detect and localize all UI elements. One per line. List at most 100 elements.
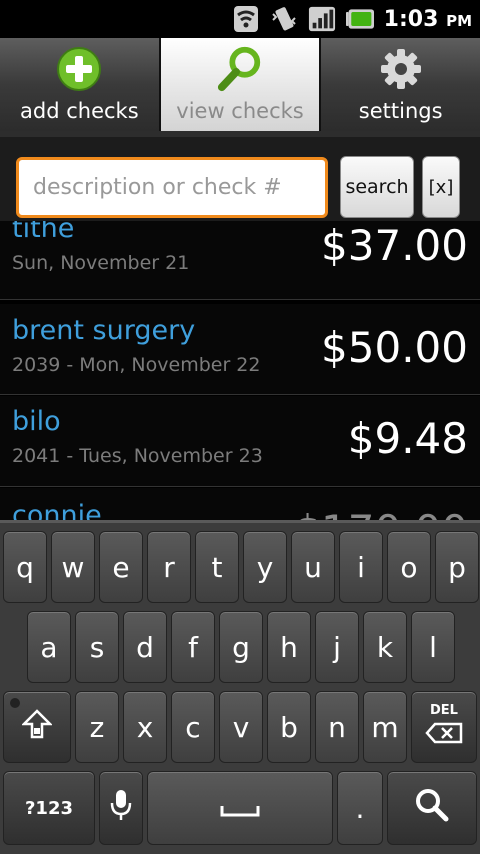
soft-keyboard: q w e r t y u i o p a s d f g h j k l z x c v b n m DEL ?123. bbox=[0, 520, 480, 854]
key-a-label: a bbox=[40, 630, 58, 664]
key-g-label: g bbox=[232, 630, 250, 664]
key-p[interactable]: p bbox=[435, 531, 479, 603]
list-item[interactable]: connie $170.00 bbox=[0, 488, 480, 520]
check-amount: $170.00 bbox=[294, 506, 468, 520]
search-key[interactable] bbox=[387, 771, 477, 845]
list-item[interactable]: tithe Sun, November 21 $37.00 bbox=[0, 221, 480, 300]
space-bar-icon bbox=[220, 792, 260, 825]
key-e-label: e bbox=[112, 550, 130, 584]
key-c[interactable]: c bbox=[171, 691, 215, 763]
key-u[interactable]: u bbox=[291, 531, 335, 603]
key-z-label: z bbox=[89, 710, 105, 744]
key-b-label: b bbox=[280, 710, 298, 744]
key-s-label: s bbox=[89, 630, 105, 664]
key-f-label: f bbox=[188, 630, 198, 664]
tab-view-checks-label: view checks bbox=[176, 99, 304, 123]
key-h-label: h bbox=[280, 630, 298, 664]
key-a[interactable]: a bbox=[27, 611, 71, 683]
key-y[interactable]: y bbox=[243, 531, 287, 603]
key-f[interactable]: f bbox=[171, 611, 215, 683]
period-key[interactable]: . bbox=[337, 771, 383, 845]
key-o[interactable]: o bbox=[387, 531, 431, 603]
symbols-key[interactable]: ?123 bbox=[3, 771, 95, 845]
key-c-label: c bbox=[185, 710, 201, 744]
gear-icon bbox=[377, 45, 425, 93]
key-q[interactable]: q bbox=[3, 531, 47, 603]
tab-settings[interactable]: settings bbox=[321, 38, 480, 131]
search-icon bbox=[415, 788, 449, 829]
key-m[interactable]: m bbox=[363, 691, 407, 763]
key-l-label: l bbox=[429, 630, 437, 664]
check-description: tithe bbox=[12, 221, 75, 244]
key-x-label: x bbox=[136, 710, 154, 744]
search-icon bbox=[216, 45, 264, 93]
key-y-label: y bbox=[256, 550, 274, 584]
key-n-label: n bbox=[328, 710, 346, 744]
key-o-label: o bbox=[400, 550, 418, 584]
list-item[interactable]: brent surgery 2039 - Mon, November 22 $5… bbox=[0, 304, 480, 395]
delete-key-label: DEL bbox=[430, 703, 458, 718]
delete-key[interactable]: DEL bbox=[411, 691, 477, 763]
check-amount: $9.48 bbox=[347, 414, 468, 463]
key-t[interactable]: t bbox=[195, 531, 239, 603]
key-i[interactable]: i bbox=[339, 531, 383, 603]
tab-add-checks[interactable]: add checks bbox=[0, 38, 161, 131]
status-bar: 1:03 PM bbox=[0, 0, 480, 38]
key-r-label: r bbox=[163, 550, 175, 584]
check-list[interactable]: tithe Sun, November 21 $37.00 brent surg… bbox=[0, 221, 480, 520]
key-s[interactable]: s bbox=[75, 611, 119, 683]
key-l[interactable]: l bbox=[411, 611, 455, 683]
key-t-label: t bbox=[211, 550, 223, 584]
check-detail: 2039 - Mon, November 22 bbox=[12, 354, 261, 376]
key-w-label: w bbox=[61, 550, 85, 584]
signal-icon bbox=[308, 5, 336, 33]
key-x[interactable]: x bbox=[123, 691, 167, 763]
list-item[interactable]: bilo 2041 - Tues, November 23 $9.48 bbox=[0, 396, 480, 487]
add-icon bbox=[55, 45, 103, 93]
tab-settings-label: settings bbox=[358, 99, 443, 123]
shift-key[interactable] bbox=[3, 691, 71, 763]
mic-key[interactable] bbox=[99, 771, 143, 845]
check-description: brent surgery bbox=[12, 315, 196, 346]
key-d[interactable]: d bbox=[123, 611, 167, 683]
key-w[interactable]: w bbox=[51, 531, 95, 603]
check-detail: Sun, November 21 bbox=[12, 252, 190, 274]
check-amount: $50.00 bbox=[321, 323, 468, 372]
key-k[interactable]: k bbox=[363, 611, 407, 683]
key-v[interactable]: v bbox=[219, 691, 263, 763]
clear-button[interactable]: [x] bbox=[422, 156, 460, 218]
key-m-label: m bbox=[371, 710, 399, 744]
key-e[interactable]: e bbox=[99, 531, 143, 603]
tab-bar: add checks view checks settings bbox=[0, 38, 480, 131]
key-p-label: p bbox=[448, 550, 466, 584]
key-v-label: v bbox=[232, 710, 250, 744]
key-z[interactable]: z bbox=[75, 691, 119, 763]
wifi-icon bbox=[232, 5, 260, 33]
tab-add-checks-label: add checks bbox=[20, 99, 139, 123]
search-bar: search [x] bbox=[0, 131, 480, 221]
vibrate-icon bbox=[270, 5, 298, 33]
microphone-icon bbox=[110, 788, 132, 829]
search-button[interactable]: search bbox=[340, 156, 414, 218]
backspace-icon bbox=[425, 718, 463, 751]
key-u-label: u bbox=[304, 550, 322, 584]
key-d-label: d bbox=[136, 630, 154, 664]
space-key[interactable] bbox=[147, 771, 333, 845]
key-r[interactable]: r bbox=[147, 531, 191, 603]
search-input[interactable] bbox=[16, 157, 328, 218]
check-amount: $37.00 bbox=[321, 221, 468, 270]
key-g[interactable]: g bbox=[219, 611, 263, 683]
check-detail: 2041 - Tues, November 23 bbox=[12, 445, 263, 467]
check-description: bilo bbox=[12, 406, 61, 437]
key-n[interactable]: n bbox=[315, 691, 359, 763]
key-j[interactable]: j bbox=[315, 611, 359, 683]
key-i-label: i bbox=[357, 550, 365, 584]
period-key-label: . bbox=[355, 791, 365, 825]
shift-icon bbox=[20, 708, 54, 747]
tab-view-checks[interactable]: view checks bbox=[160, 38, 322, 131]
key-j-label: j bbox=[333, 630, 341, 664]
key-h[interactable]: h bbox=[267, 611, 311, 683]
key-b[interactable]: b bbox=[267, 691, 311, 763]
check-description: connie bbox=[12, 500, 102, 520]
battery-icon bbox=[345, 5, 374, 33]
